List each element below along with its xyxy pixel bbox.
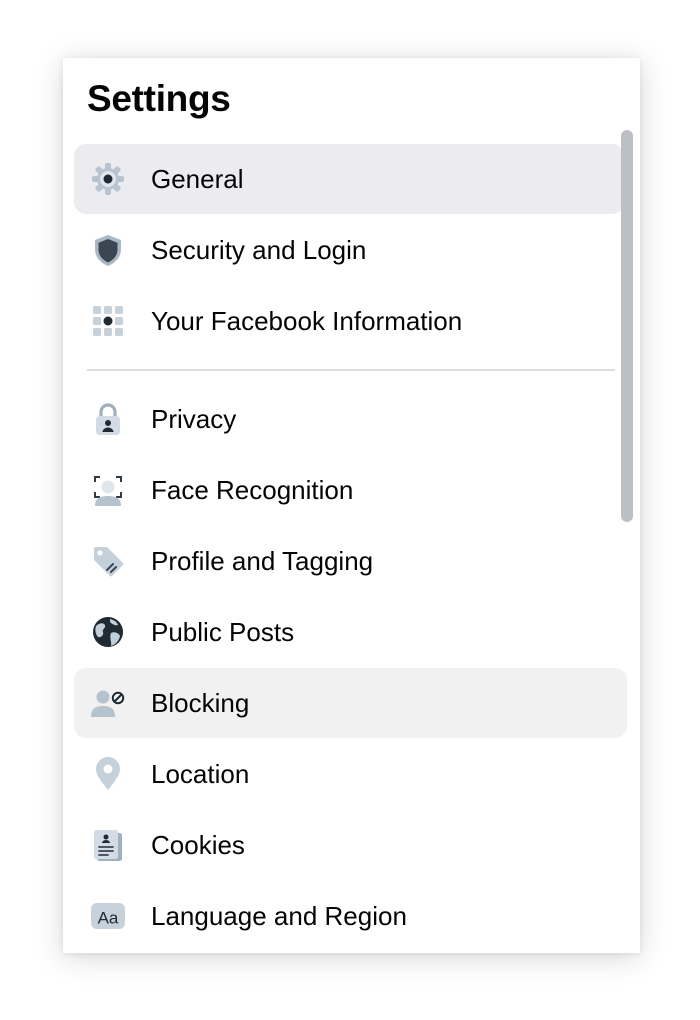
settings-item-label: Location <box>151 759 250 789</box>
settings-item-public-posts[interactable]: Public Posts <box>74 597 627 667</box>
user-block-icon <box>90 685 126 721</box>
settings-item-privacy[interactable]: Privacy <box>74 384 627 454</box>
settings-item-your-facebook-information[interactable]: Your Facebook Information <box>74 286 627 356</box>
shield-icon <box>90 232 126 268</box>
location-pin-icon <box>90 756 126 792</box>
tag-icon <box>90 543 126 579</box>
globe-icon <box>90 614 126 650</box>
settings-item-face-recognition[interactable]: Face Recognition <box>74 455 627 525</box>
settings-item-label: Cookies <box>151 830 245 860</box>
gear-icon <box>90 161 126 197</box>
settings-item-label: Privacy <box>151 404 237 434</box>
settings-item-language-and-region[interactable]: Aa Language and Region <box>74 881 627 951</box>
scrollbar-thumb[interactable] <box>621 130 633 522</box>
padlock-icon <box>90 401 126 437</box>
cookie-document-icon <box>90 827 126 863</box>
settings-item-label: Your Facebook Information <box>151 306 463 336</box>
svg-text:Aa: Aa <box>98 909 119 928</box>
settings-item-label: Public Posts <box>151 617 295 647</box>
section-divider <box>87 369 615 371</box>
settings-item-location[interactable]: Location <box>74 739 627 809</box>
settings-item-blocking[interactable]: Blocking <box>74 668 627 738</box>
grid-dots-icon <box>90 303 126 339</box>
settings-item-general[interactable]: General <box>74 144 624 214</box>
settings-item-label: Language and Region <box>151 901 407 931</box>
settings-item-label: Face Recognition <box>151 475 354 505</box>
page-title: Settings <box>87 78 231 119</box>
settings-item-security-and-login[interactable]: Security and Login <box>74 215 627 285</box>
language-aa-icon: Aa <box>90 898 126 934</box>
settings-item-cookies[interactable]: Cookies <box>74 810 627 880</box>
settings-item-label: General <box>151 164 244 194</box>
settings-item-label: Profile and Tagging <box>151 546 374 576</box>
face-scan-icon <box>90 472 126 508</box>
settings-item-label: Security and Login <box>151 235 367 265</box>
settings-panel: Settings General Security and Login Your… <box>63 58 640 953</box>
settings-item-label: Blocking <box>151 688 250 718</box>
settings-item-profile-and-tagging[interactable]: Profile and Tagging <box>74 526 627 596</box>
